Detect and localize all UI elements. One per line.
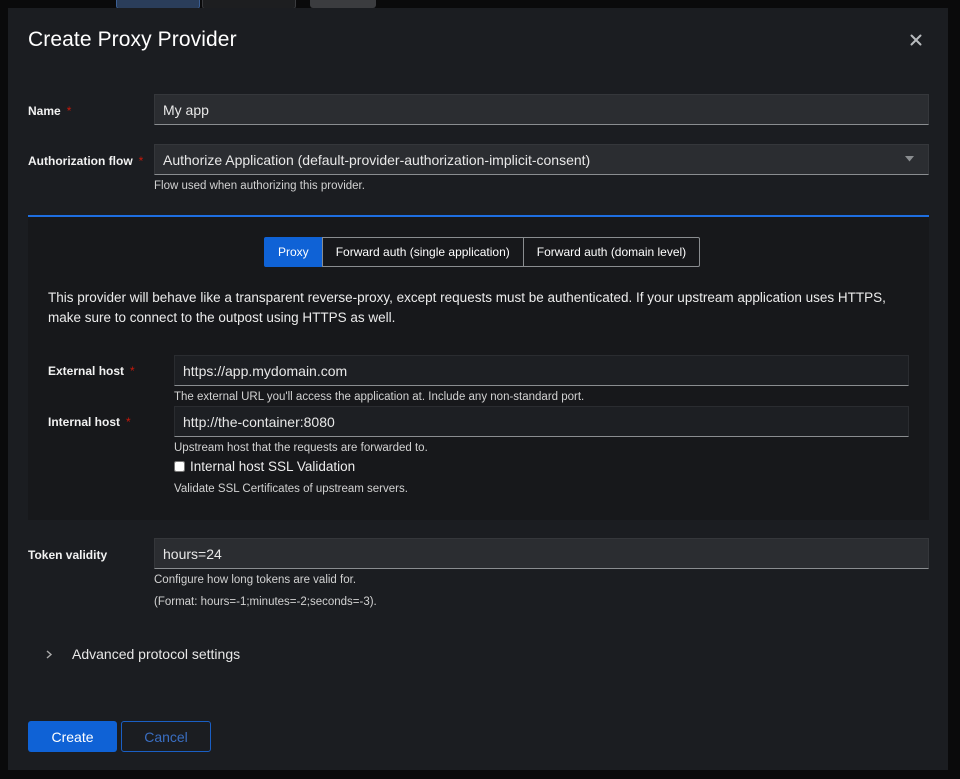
token-validity-input[interactable] — [154, 538, 929, 569]
external-host-input[interactable] — [174, 355, 909, 386]
name-label: Name * — [28, 104, 71, 118]
token-validity-helper: Configure how long tokens are valid for. — [154, 574, 357, 586]
create-proxy-provider-modal: Create Proxy Provider Name * Authorizatio… — [8, 8, 948, 770]
internal-host-label: Internal host * — [48, 415, 131, 429]
authorization-flow-helper: Flow used when authorizing this provider… — [154, 180, 365, 192]
authorization-flow-label-text: Authorization flow — [28, 154, 133, 168]
authorization-flow-selected: Authorize Application (default-provider-… — [163, 151, 591, 168]
name-label-text: Name — [28, 104, 61, 118]
required-mark: * — [138, 154, 144, 168]
external-host-helper: The external URL you'll access the appli… — [174, 391, 585, 403]
modal-title: Create Proxy Provider — [28, 28, 237, 51]
ssl-validation-label: Internal host SSL Validation — [190, 459, 356, 474]
required-mark: * — [66, 104, 72, 118]
advanced-protocol-settings-label: Advanced protocol settings — [72, 646, 241, 662]
chevron-right-icon — [46, 649, 53, 659]
close-button[interactable] — [910, 34, 924, 48]
caret-down-icon — [905, 156, 914, 162]
tab-proxy[interactable]: Proxy — [264, 237, 323, 267]
required-mark: * — [126, 415, 131, 429]
mode-toggle-group: Proxy Forward auth (single application) … — [264, 237, 701, 267]
proxy-mode-panel: Proxy Forward auth (single application) … — [28, 215, 929, 520]
required-mark: * — [130, 364, 135, 378]
ssl-validation-helper: Validate SSL Certificates of upstream se… — [174, 483, 408, 495]
authorization-flow-label: Authorization flow * — [28, 154, 143, 168]
background-tab — [310, 0, 376, 8]
tab-forward-auth-domain[interactable]: Forward auth (domain level) — [522, 237, 701, 267]
external-host-label: External host * — [48, 364, 135, 378]
name-input[interactable] — [154, 94, 929, 125]
tab-forward-auth-single[interactable]: Forward auth (single application) — [321, 237, 524, 267]
advanced-protocol-settings-toggle[interactable]: Advanced protocol settings — [44, 646, 240, 662]
token-validity-label: Token validity — [28, 548, 108, 562]
token-validity-format-helper: (Format: hours=-1;minutes=-2;seconds=-3)… — [154, 596, 377, 608]
ssl-validation-checkbox[interactable] — [174, 461, 185, 472]
external-host-label-text: External host — [48, 364, 125, 378]
proxy-description: This provider will behave like a transpa… — [48, 290, 886, 325]
internal-host-input[interactable] — [174, 406, 909, 437]
ssl-validation-row[interactable]: Internal host SSL Validation — [174, 459, 355, 474]
authorization-flow-select[interactable]: Authorize Application (default-provider-… — [154, 144, 929, 175]
cancel-button[interactable]: Cancel — [121, 721, 211, 752]
internal-host-label-text: Internal host — [48, 415, 121, 429]
internal-host-helper: Upstream host that the requests are forw… — [174, 442, 428, 454]
close-icon — [910, 34, 922, 46]
create-button[interactable]: Create — [28, 721, 117, 752]
